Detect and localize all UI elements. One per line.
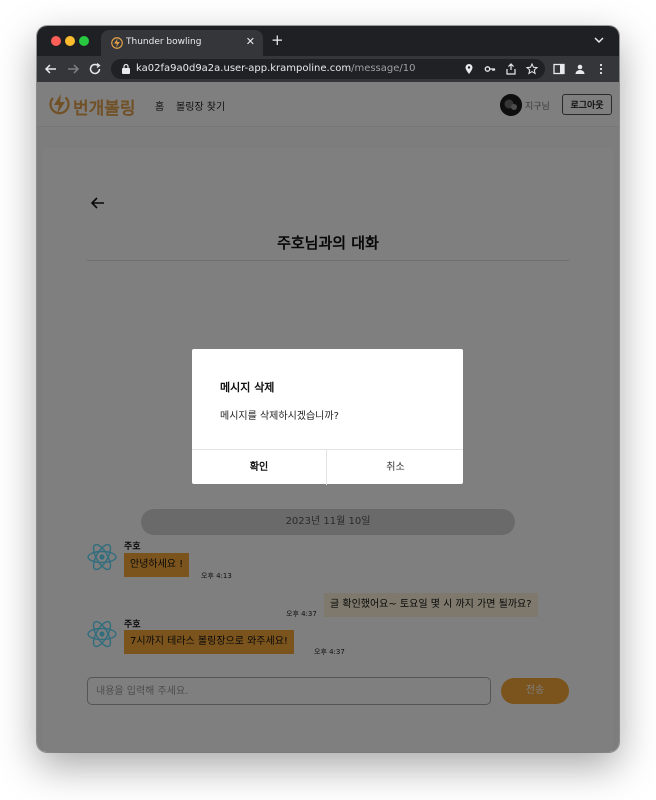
url-text: ka02fa9a0d9a2a.user-app.krampoline.com/m…: [136, 63, 416, 74]
browser-tab[interactable]: Thunder bowling ✕: [101, 30, 263, 56]
cancel-button[interactable]: 취소: [328, 450, 463, 485]
confirm-button[interactable]: 확인: [192, 450, 327, 485]
star-icon[interactable]: [526, 63, 538, 75]
delete-message-dialog: 메시지 삭제 메시지를 삭제하시겠습니까? 확인 취소: [192, 349, 463, 485]
location-pin-icon[interactable]: [463, 63, 475, 75]
reload-icon[interactable]: [87, 61, 103, 77]
browser-menu-icon[interactable]: [595, 63, 607, 75]
lock-icon: [122, 63, 130, 74]
dialog-message: 메시지를 삭제하시겠습니까?: [220, 411, 339, 422]
minimize-window-button[interactable]: [65, 36, 75, 46]
maximize-window-button[interactable]: [79, 36, 89, 46]
dialog-title: 메시지 삭제: [220, 381, 275, 394]
tab-title: Thunder bowling: [126, 37, 202, 47]
browser-toolbar: ka02fa9a0d9a2a.user-app.krampoline.com/m…: [37, 56, 619, 82]
close-window-button[interactable]: [51, 36, 61, 46]
forward-nav-icon[interactable]: [65, 61, 81, 77]
address-bar[interactable]: ka02fa9a0d9a2a.user-app.krampoline.com/m…: [111, 59, 545, 79]
chevron-down-icon[interactable]: [593, 34, 605, 46]
share-icon[interactable]: [505, 63, 517, 75]
dialog-actions: 확인 취소: [192, 449, 463, 485]
back-nav-icon[interactable]: [43, 61, 59, 77]
new-tab-button[interactable]: +: [271, 31, 284, 49]
tab-close-icon[interactable]: ✕: [246, 35, 255, 48]
tab-bar: Thunder bowling ✕ +: [37, 26, 619, 56]
page-viewport: 번개볼링 홈 볼링장 찾기 지구님 로그아웃 주호님과의 대화 2023년 11…: [37, 82, 619, 752]
profile-icon[interactable]: [574, 63, 586, 75]
browser-window: Thunder bowling ✕ + ka02fa9a0d9a2a.user-…: [37, 26, 619, 752]
side-panel-icon[interactable]: [553, 63, 565, 75]
key-icon[interactable]: [484, 63, 496, 75]
bolt-favicon-icon: [111, 37, 123, 49]
